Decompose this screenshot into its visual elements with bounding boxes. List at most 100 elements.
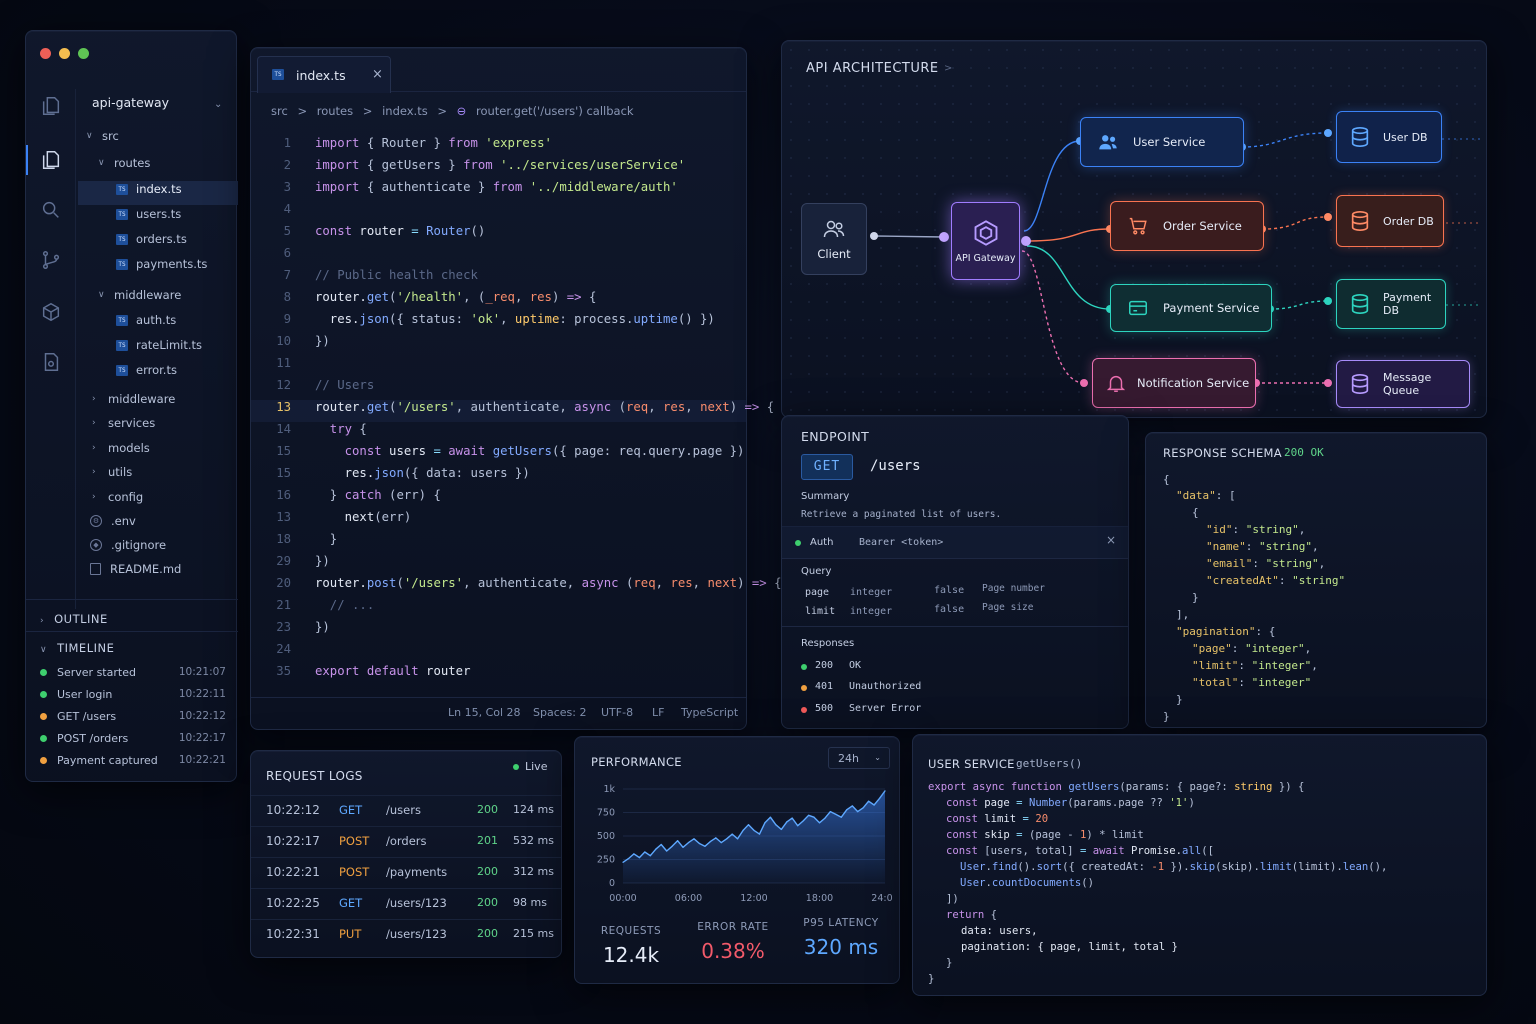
node-order-db[interactable]: Order DB (1336, 195, 1444, 247)
indentation[interactable]: Spaces: 2 (533, 706, 586, 719)
param-desc: Page size (982, 602, 1034, 613)
tab-index-ts[interactable]: TS index.ts × (257, 56, 391, 93)
project-name[interactable]: api-gateway (92, 95, 169, 110)
file-orders-ts[interactable]: TS orders.ts (116, 229, 187, 249)
code-editor: TS index.ts × src > routes > index.ts > … (250, 47, 782, 730)
table-row[interactable]: 10:22:31 PUT/users/123 200 215 ms (251, 919, 561, 949)
summary-label: Summary (801, 491, 850, 502)
live-indicator[interactable]: Live (513, 760, 547, 773)
data-point (693, 838, 695, 840)
folder-config[interactable]: › config (92, 487, 143, 507)
folder-utils[interactable]: › utils (92, 462, 132, 482)
table-row[interactable]: 10:22:12 GET/users 200 124 ms (251, 795, 561, 825)
file-error-ts[interactable]: TS error.ts (116, 360, 177, 380)
folder-services[interactable]: › services (92, 413, 155, 433)
response-row[interactable]: 401 Unauthorized (801, 681, 1101, 697)
node-notification-service[interactable]: Notification Service (1092, 358, 1256, 408)
panel-title: REQUEST LOGS (266, 769, 363, 783)
table-row[interactable]: 10:22:21 POST/payments 200 312 ms (251, 857, 561, 887)
timeline-item[interactable]: Server started 10:21:07 (40, 666, 226, 684)
data-point (649, 855, 651, 857)
node-payment-service[interactable]: Payment Service (1110, 284, 1272, 332)
source-control-icon[interactable] (40, 249, 62, 271)
table-row[interactable]: 10:22:17 POST/orders 201 532 ms (251, 826, 561, 856)
timeline-item[interactable]: Payment captured 10:22:21 (40, 754, 226, 772)
close-icon[interactable]: × (1106, 533, 1116, 547)
file-auth-ts[interactable]: TS auth.ts (116, 310, 176, 330)
metric-requests: REQUESTS 12.4k (600, 925, 662, 967)
timeline-item[interactable]: POST /orders 10:22:17 (40, 732, 226, 750)
node-client[interactable]: Client (801, 203, 867, 275)
auth-row[interactable]: Auth Bearer <token> × (782, 526, 1128, 558)
file-readme[interactable]: README.md (90, 559, 181, 579)
close-window-button[interactable] (40, 48, 51, 59)
node-user-db[interactable]: User DB (1336, 111, 1442, 163)
breadcrumb-item[interactable]: router.get('/users') callback (476, 104, 634, 118)
typescript-icon: TS (116, 233, 128, 245)
table-row[interactable]: 10:22:25 GET/users/123 200 98 ms (251, 888, 561, 918)
folder-routes[interactable]: ∨ routes (98, 153, 150, 173)
search-icon[interactable] (40, 199, 62, 221)
response-row[interactable]: 500 Server Error (801, 703, 1101, 719)
typescript-icon: TS (272, 69, 284, 80)
file-users-ts[interactable]: TS users.ts (116, 204, 181, 224)
explorer-icon[interactable] (40, 149, 62, 171)
response-row[interactable]: 200 OK (801, 660, 1101, 676)
file-gitignore[interactable]: ◆ .gitignore (90, 535, 166, 555)
line-ending[interactable]: LF (652, 706, 664, 719)
node-order-service[interactable]: Order Service (1110, 201, 1264, 251)
folder-middleware-collapsed[interactable]: › middleware (92, 389, 175, 409)
code-line: 2 import { getUsers } from '../services/u… (283, 158, 686, 172)
file-env[interactable]: ⚙ .env (90, 511, 136, 531)
data-point (622, 861, 624, 863)
breadcrumb-item[interactable]: routes (317, 104, 353, 118)
chevron-right-icon: › (92, 418, 96, 428)
files-icon[interactable] (40, 95, 62, 117)
breadcrumb-item[interactable]: index.ts (382, 104, 428, 118)
timeline-item[interactable]: User login 10:22:11 (40, 688, 226, 706)
language-mode[interactable]: TypeScript (681, 706, 738, 719)
cursor-position[interactable]: Ln 15, Col 28 (448, 706, 521, 719)
divider (26, 631, 238, 632)
code-line: 12// Users (276, 378, 375, 392)
chevron-down-icon: ∨ (98, 290, 105, 300)
data-point (687, 841, 690, 844)
timeline-item[interactable]: GET /users 10:22:12 (40, 710, 226, 728)
code-line: 24 (276, 642, 291, 656)
folder-models[interactable]: › models (92, 438, 150, 458)
extensions-icon[interactable] (40, 301, 62, 323)
file-index-ts[interactable]: TS index.ts (116, 179, 182, 199)
close-icon[interactable]: × (372, 67, 383, 82)
typescript-icon: TS (116, 208, 128, 220)
folder-src[interactable]: ∨ src (86, 126, 119, 146)
encoding[interactable]: UTF-8 (601, 706, 633, 719)
y-tick-label: 0 (609, 878, 615, 889)
param-name: limit (805, 606, 836, 617)
node-user-service[interactable]: User Service (1080, 117, 1244, 167)
node-payment-db[interactable]: Payment DB (1336, 279, 1446, 329)
folder-middleware[interactable]: ∨ middleware (98, 285, 181, 305)
maximize-window-button[interactable] (78, 48, 89, 59)
time-range-select[interactable]: 24h ⌄ (828, 747, 890, 769)
data-point (742, 829, 744, 831)
http-method-badge[interactable]: GET (801, 454, 853, 480)
file-ratelimit-ts[interactable]: TS rateLimit.ts (116, 335, 202, 355)
minimize-window-button[interactable] (59, 48, 70, 59)
outline-section[interactable]: › OUTLINE (40, 612, 108, 626)
performance-chart[interactable]: 0 250 500 750 1k 00:00 06:00 12:00 18:00 24:00 (589, 779, 893, 911)
timeline-section[interactable]: ∨ TIMELINE (40, 641, 114, 655)
breadcrumb-item[interactable]: src (271, 104, 288, 118)
node-message-queue[interactable]: Message Queue (1336, 360, 1470, 408)
database-icon (1349, 126, 1371, 148)
node-api-gateway[interactable]: API Gateway (951, 202, 1020, 280)
data-point (671, 845, 673, 847)
chevron-down-icon[interactable]: ⌄ (214, 99, 222, 110)
area-fill (623, 790, 885, 883)
divider (26, 599, 238, 600)
chevron-down-icon: ⌄ (874, 753, 881, 762)
panel-title: RESPONSE SCHEMA (1163, 446, 1282, 460)
responses-label: Responses (801, 638, 855, 649)
file-settings-icon[interactable] (40, 351, 62, 373)
file-payments-ts[interactable]: TS payments.ts (116, 254, 207, 274)
endpoint-path: /users (870, 458, 921, 474)
